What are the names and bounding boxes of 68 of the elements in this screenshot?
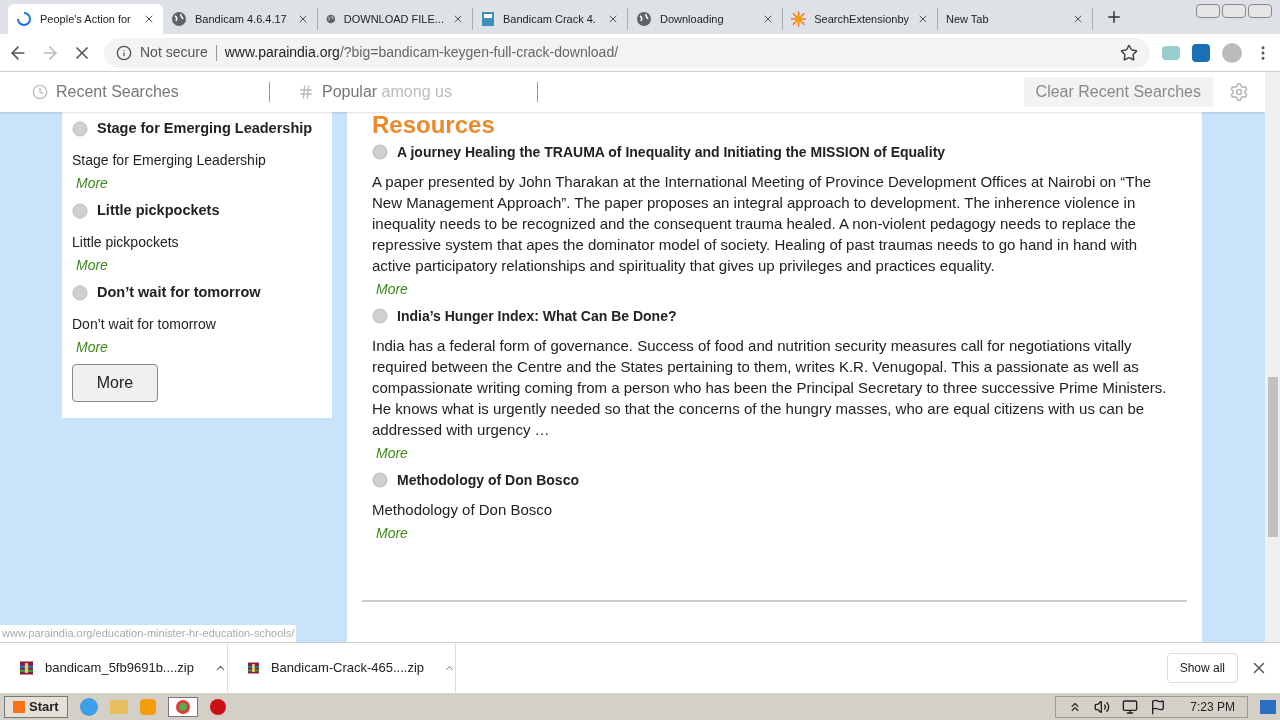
globe-icon <box>636 11 652 27</box>
browser-tab[interactable]: DOWNLOAD FILE... <box>318 8 473 30</box>
bullet-icon <box>72 285 88 301</box>
more-button[interactable]: More <box>72 364 158 402</box>
tab-title: DOWNLOAD FILE... <box>343 11 444 27</box>
hash-icon <box>298 84 314 100</box>
archive-icon <box>20 659 34 676</box>
security-label: Not secure <box>140 43 208 62</box>
more-link[interactable]: More <box>376 525 408 541</box>
more-link[interactable]: More <box>376 281 408 297</box>
more-link[interactable]: More <box>376 445 408 461</box>
tab-title: Downloading <box>660 11 725 27</box>
tab-title: Bandicam 4.6.4.17 <box>195 11 288 27</box>
tab-title: People's Action for <box>40 11 132 27</box>
book-icon <box>481 11 495 27</box>
resource-description: Methodology of Don Bosco <box>372 500 554 520</box>
status-url: www.paraindia.org/education-minister-hr-education-schools/ <box>0 625 297 642</box>
file-name: Bandicam-Crack-465....zip <box>270 658 425 677</box>
download-item[interactable]: bandicam_5fb9691b....zip <box>0 643 228 692</box>
star-icon[interactable] <box>1120 43 1138 62</box>
tab-title: New Tab <box>946 11 990 27</box>
new-tab-icon[interactable] <box>1105 8 1123 26</box>
section-heading: Resources <box>372 113 496 137</box>
browser-tab[interactable]: SearchExtensionby <box>783 8 938 30</box>
browser-tab[interactable]: Downloading <box>628 8 783 30</box>
item-title[interactable]: Little pickpockets <box>97 200 220 222</box>
item-title[interactable]: Don’t wait for tomorrow <box>97 282 261 304</box>
item-description: Don’t wait for tomorrow <box>72 315 217 334</box>
browser-tab[interactable]: People's Action for <box>8 4 163 34</box>
volume-icon[interactable] <box>1094 698 1111 715</box>
tab-title: SearchExtensionby <box>814 11 909 27</box>
resource-description: India has a federal form of governance. Success of food and nutrition security measures call for negotiations vitally required between the Centre and the States pertaining to them, writes K.R. Venugopal. This a passionate as well as compassionate writing coming from a person who has been the Principal Secretary to three successive Prime Ministers. He knows what is urgently needed so that the concerns of the hungry masses, who are equal citizens with us can be addressed with urgency … <box>372 336 1168 440</box>
popular-tab[interactable]: Popular among us <box>322 80 452 104</box>
item-title[interactable]: Stage for Emerging Leadership <box>97 118 313 140</box>
more-link[interactable]: More <box>76 339 108 355</box>
download-item[interactable]: Bandicam-Crack-465....zip <box>228 643 456 692</box>
item-description: Little pickpockets <box>72 233 180 252</box>
globe-icon <box>171 11 187 27</box>
flag-icon[interactable] <box>1150 698 1167 715</box>
more-link[interactable]: More <box>76 175 108 191</box>
browser-tab[interactable]: New Tab <box>938 8 1093 30</box>
bullet-icon <box>372 308 388 324</box>
url-text: www.paraindia.org/?big=bandicam-keygen-full-crack-download/ <box>224 43 619 62</box>
browser-tab[interactable]: Bandicam 4.6.4.17 <box>163 8 318 30</box>
bullet-icon <box>72 203 88 219</box>
info-icon <box>116 44 132 61</box>
more-link[interactable]: More <box>76 257 108 273</box>
network-icon[interactable] <box>1122 698 1139 715</box>
clock-text: 7:23 PM <box>1190 698 1235 716</box>
show-all-button[interactable]: Show all <box>1166 652 1238 683</box>
file-name: bandicam_5fb9691b....zip <box>45 658 194 677</box>
start-button[interactable]: Start <box>4 695 68 718</box>
address-field[interactable]: Not secure www.paraindia.org/?big=bandicam-keygen-full-crack-download/ <box>104 37 1150 68</box>
resource-title[interactable]: India’s Hunger Index: What Can Be Done? <box>397 305 677 327</box>
scrollbar[interactable] <box>1265 72 1280 642</box>
recent-searches-tab[interactable]: Recent Searches <box>56 80 179 104</box>
clock-icon <box>32 84 48 100</box>
bullet-icon <box>372 472 388 488</box>
browser-tab[interactable]: Bandicam Crack 4. <box>473 8 628 30</box>
item-description: Stage for Emerging Leadership <box>72 151 267 170</box>
loading-spinner-icon <box>16 11 32 27</box>
bullet-icon <box>372 144 388 160</box>
tab-title: Bandicam Crack 4. <box>503 11 597 27</box>
sun-icon <box>791 11 807 27</box>
resource-title[interactable]: A journey Healing the TRAUMA of Inequality and Initiating the MISSION of Equality <box>397 141 946 163</box>
bullet-icon <box>72 121 88 137</box>
resource-description: A paper presented by John Tharakan at the International Meeting of Province Development Offices at Nairobi on “The New Management Approach”. The paper proposes an integral approach to development. The inherence violence in inequality needs to be recognized and the consequent trauma healed. A non-violent pedagogy needs to replace the repressive system that apes the dominator model of society. Healing of past traumas needs to go hand in hand with active participatory relationships and spirituality that gives up privileges and practices equality. <box>372 172 1153 276</box>
resource-title[interactable]: Methodology of Don Bosco <box>397 469 579 491</box>
